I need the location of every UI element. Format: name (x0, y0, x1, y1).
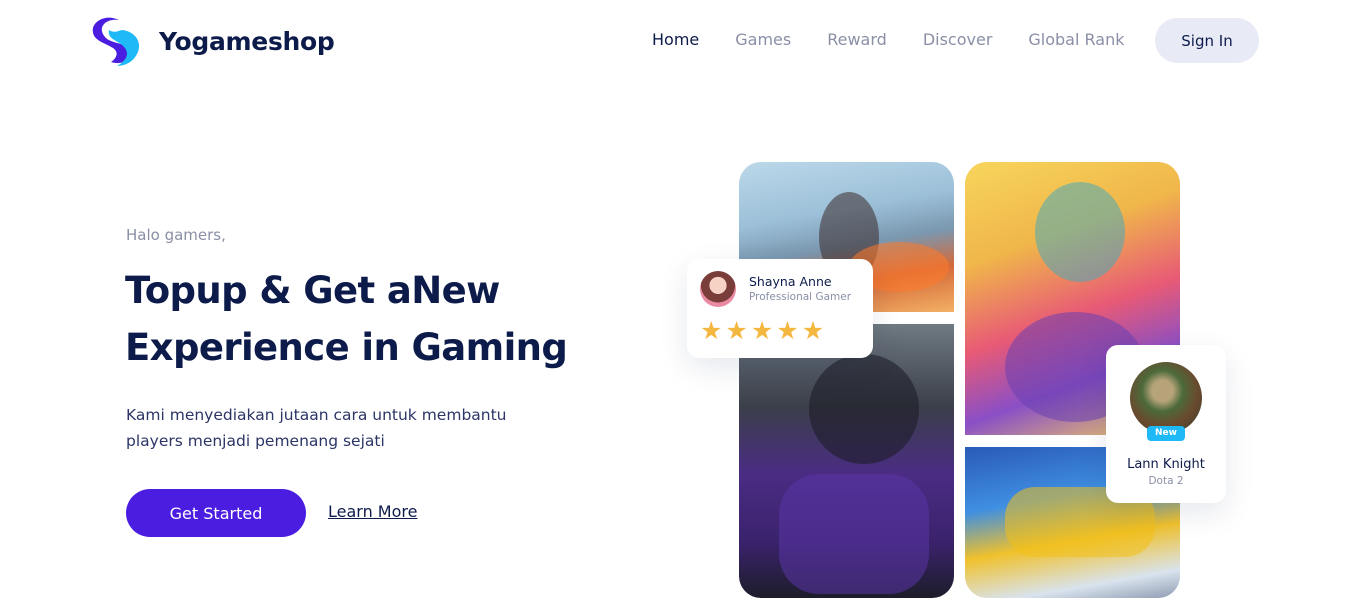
nav-item-games[interactable]: Games (735, 30, 791, 49)
hero-greeting: Halo gamers, (126, 226, 226, 244)
star-icon: ★ (776, 316, 799, 345)
brand-logo[interactable]: Yogameshop (89, 14, 335, 68)
nav-item-global-rank[interactable]: Global Rank (1028, 30, 1124, 49)
logo-icon (92, 17, 140, 66)
headline-part-2: in Gaming (349, 326, 568, 369)
star-icon: ★ (700, 316, 723, 345)
hero-headline: Topup & Get a New Experience in Gaming (122, 262, 568, 376)
game-character-name: Lann Knight (1127, 457, 1205, 472)
headline-highlight-new: New (409, 262, 500, 319)
main-nav: Home Games Reward Discover Global Rank (652, 30, 1161, 49)
get-started-button[interactable]: Get Started (126, 489, 306, 537)
headline-part-1: Topup & Get a (125, 269, 412, 312)
rating-stars: ★ ★ ★ ★ ★ (700, 317, 827, 345)
nav-item-home[interactable]: Home (652, 30, 699, 49)
star-icon: ★ (725, 316, 748, 345)
hero-description: Kami menyediakan jutaan cara untuk memba… (126, 406, 507, 450)
player-review-card: Shayna Anne Professional Gamer ★ ★ ★ ★ ★ (687, 259, 873, 358)
player-role: Professional Gamer (749, 291, 852, 303)
brand-name: Yogameshop (159, 26, 335, 56)
game-title: Dota 2 (1148, 475, 1184, 487)
nav-item-discover[interactable]: Discover (923, 30, 993, 49)
avatar (700, 271, 736, 307)
star-icon: ★ (801, 316, 825, 345)
game-avatar (1130, 362, 1202, 434)
player-name: Shayna Anne (749, 274, 832, 289)
star-icon: ★ (750, 316, 774, 345)
nav-item-reward[interactable]: Reward (827, 30, 887, 49)
new-game-card[interactable]: New Lann Knight Dota 2 (1106, 345, 1226, 503)
headline-highlight-experience: Experience (122, 319, 350, 376)
football-tile[interactable] (739, 324, 954, 598)
sign-in-button[interactable]: Sign In (1155, 18, 1259, 63)
learn-more-link[interactable]: Learn More (328, 502, 417, 521)
new-badge: New (1147, 426, 1185, 441)
